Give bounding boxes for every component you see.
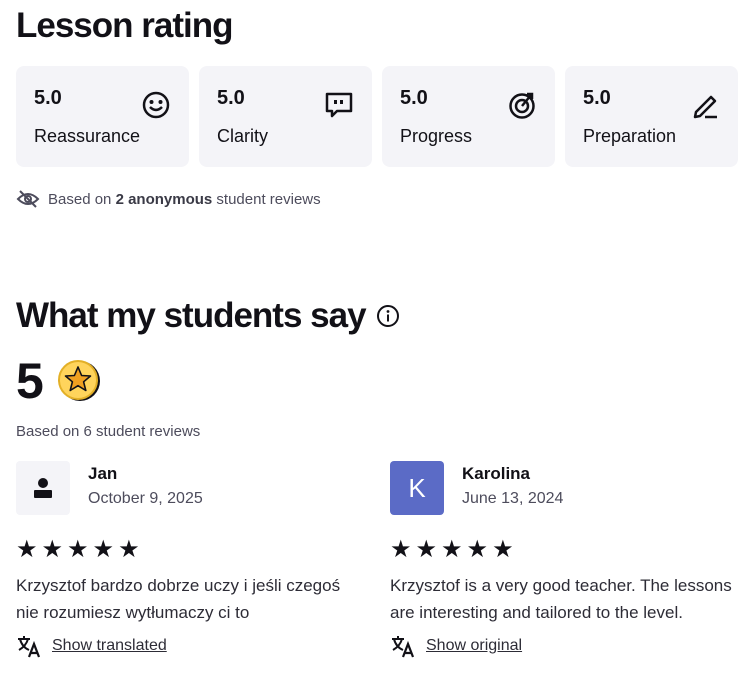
star-rating: ★★★★★: [16, 536, 144, 563]
overall-rating: 5: [16, 352, 102, 410]
chat-bubble-icon: [325, 92, 353, 118]
progress-target-icon: [509, 92, 535, 119]
review-text: Krzysztof bardzo dobrze uczy i jeśli cze…: [16, 576, 341, 622]
link-label[interactable]: Show original: [426, 637, 522, 655]
rating-value: 5.0: [583, 87, 611, 109]
avatar-letter: K: [408, 472, 426, 503]
rating-cards: 5.0 Reassurance 5.0 Clarity 5.0 Progress…: [16, 66, 738, 167]
rating-label: Clarity: [217, 126, 269, 146]
reviewer-name: Karolina: [462, 464, 531, 483]
overall-score: 5: [16, 353, 44, 409]
basis-suffix: student reviews: [216, 190, 321, 208]
info-icon[interactable]: [376, 304, 400, 328]
review-text: Krzysztof is a very good teacher. The le…: [390, 576, 732, 622]
smiley-icon: [142, 91, 170, 119]
rating-value: 5.0: [217, 87, 245, 109]
students-say-heading: What my students say: [16, 296, 400, 336]
review-date: June 13, 2024: [462, 490, 564, 507]
translate-icon: [392, 636, 415, 658]
person-icon: [34, 478, 52, 498]
rating-card-preparation: 5.0 Preparation: [565, 66, 738, 167]
rating-label: Reassurance: [34, 126, 141, 146]
avatar: [16, 461, 70, 515]
translate-icon: [18, 636, 41, 658]
basis-count: 2 anonymous: [115, 190, 213, 208]
students-say-title: What my students say: [16, 296, 367, 335]
review-card-jan: Jan October 9, 2025 ★★★★★ Krzysztof bard…: [16, 461, 362, 658]
eye-off-icon: [16, 190, 40, 208]
star-badge-icon: [57, 360, 100, 401]
review-card-karolina: K Karolina June 13, 2024 ★★★★★ Krzysztof…: [390, 461, 736, 658]
rating-card-progress: 5.0 Progress: [382, 66, 555, 167]
show-original-link[interactable]: Show original: [390, 634, 736, 658]
rating-card-clarity: 5.0 Clarity: [199, 66, 372, 167]
rating-label: Preparation: [583, 126, 677, 146]
rating-value: 5.0: [400, 87, 428, 109]
star-rating: ★★★★★: [390, 536, 518, 563]
pencil-icon: [693, 95, 717, 119]
link-label[interactable]: Show translated: [52, 637, 167, 655]
rating-value: 5.0: [34, 87, 62, 109]
rating-label: Progress: [400, 126, 473, 146]
avatar: K: [390, 461, 444, 515]
rating-card-reassurance: 5.0 Reassurance: [16, 66, 189, 167]
lesson-rating-title: Lesson rating: [16, 6, 233, 45]
anonymous-reviews-note: Based on 2 anonymous student reviews: [16, 189, 321, 209]
review-date: October 9, 2025: [88, 490, 203, 507]
basis-prefix: Based on: [48, 190, 112, 208]
show-translated-link[interactable]: Show translated: [16, 634, 362, 658]
reviewer-name: Jan: [88, 464, 118, 483]
review-count: Based on 6 student reviews: [16, 423, 201, 440]
